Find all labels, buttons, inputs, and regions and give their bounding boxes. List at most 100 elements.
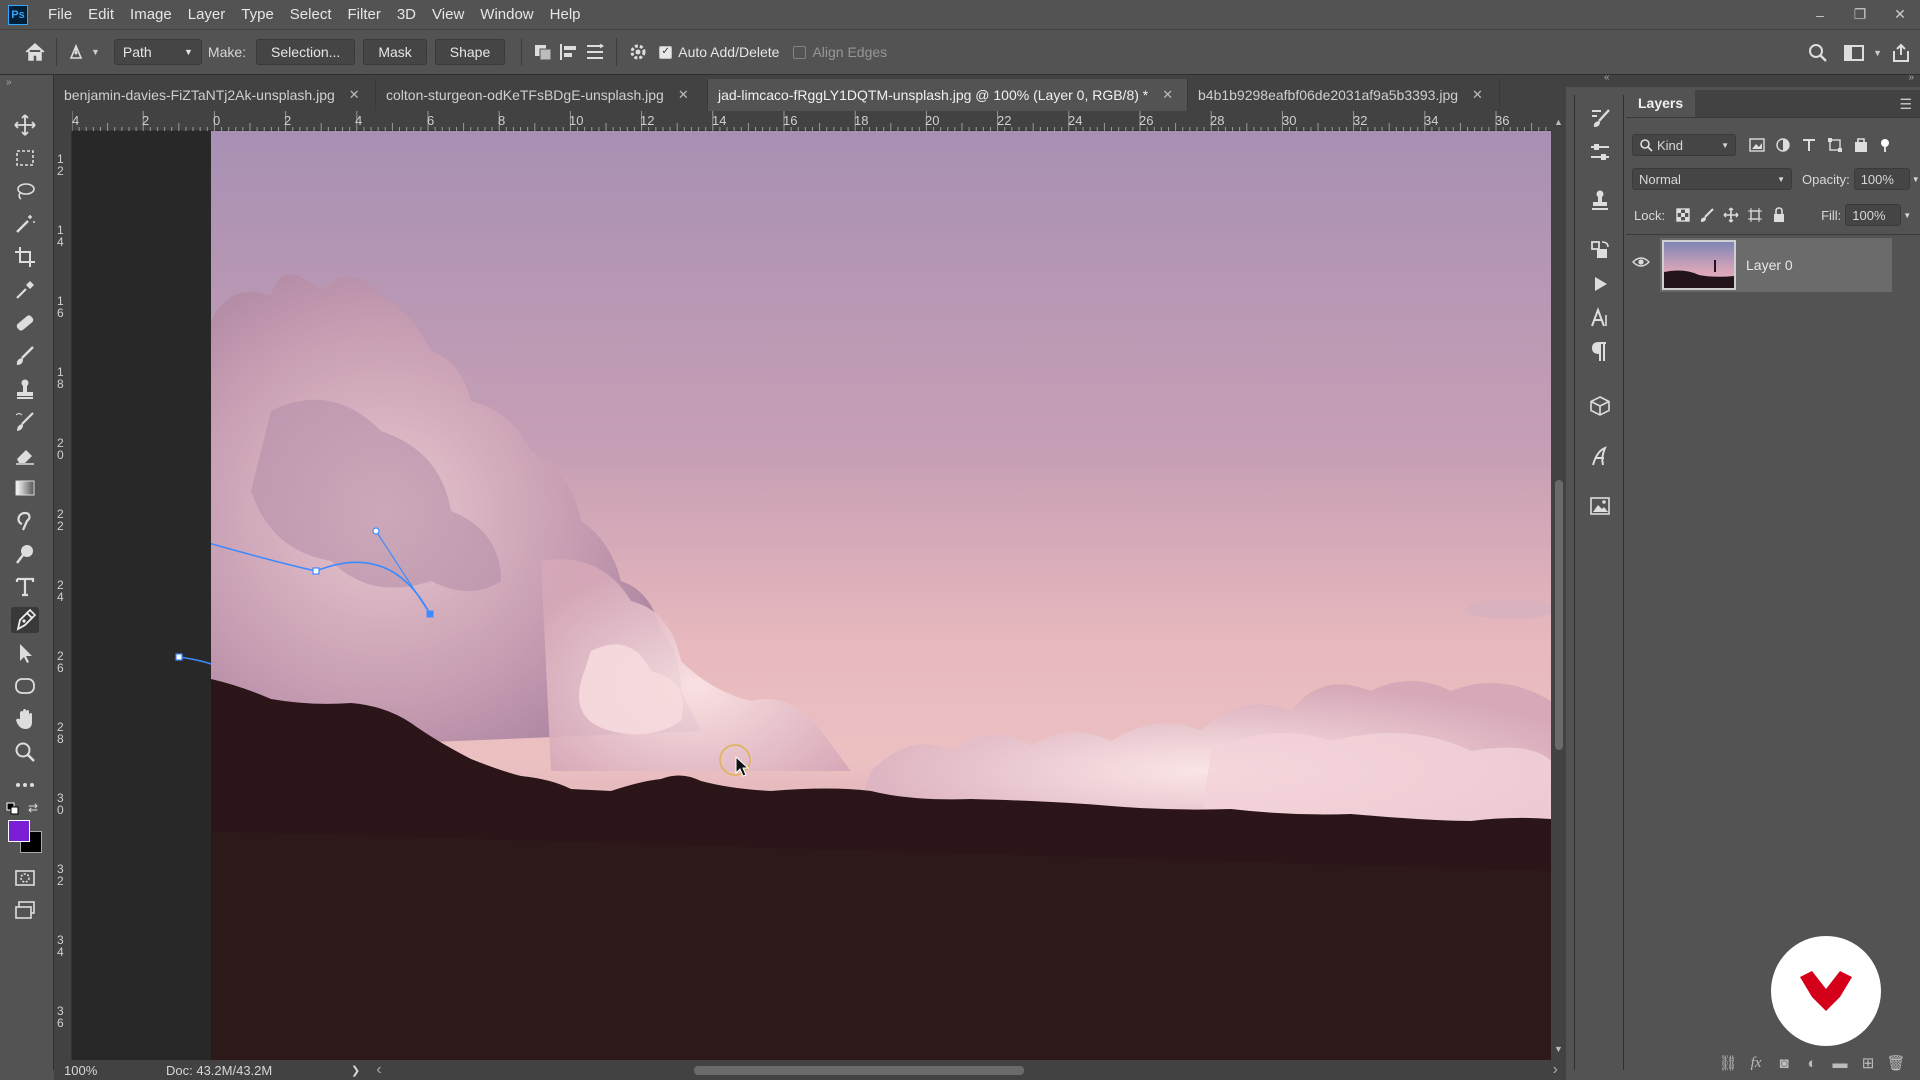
tab-document-3[interactable]: jad-limcaco-fRggLY1DQTM-unsplash.jpg @ 1… [708,79,1188,111]
hand-tool-icon[interactable] [11,706,39,732]
dock-collapse-bar[interactable]: « » [1566,72,1920,87]
properties-image-icon[interactable] [1587,493,1613,519]
visibility-eye-icon[interactable] [1632,256,1650,268]
smudge-tool-icon[interactable] [11,508,39,534]
new-group-icon[interactable]: ▬ [1826,1055,1854,1072]
chevron-down-icon[interactable]: ▼ [1912,175,1920,184]
close-icon[interactable]: ✕ [349,87,360,103]
collapse-icon[interactable]: « [1604,72,1610,83]
lock-transparent-pixels-icon[interactable] [1675,207,1691,223]
zoom-tool-icon[interactable] [11,739,39,765]
collapse-icon[interactable]: » [6,77,12,88]
align-edges-option[interactable]: Align Edges [793,44,887,60]
clone-stamp-tool-icon[interactable] [11,376,39,402]
close-icon[interactable]: ✕ [1162,87,1173,103]
path-selection-tool-icon[interactable] [11,640,39,666]
filter-type-icon[interactable] [1800,137,1818,153]
menu-filter[interactable]: Filter [340,0,389,29]
character-icon[interactable] [1587,305,1613,331]
menu-window[interactable]: Window [472,0,541,29]
screen-mode-icon[interactable] [11,897,39,923]
auto-add-delete-checkbox[interactable]: ✓ [659,45,673,59]
lasso-tool-icon[interactable] [11,178,39,204]
make-mask-button[interactable]: Mask [363,39,427,65]
chevron-down-icon[interactable]: ▼ [1873,48,1882,58]
type-tool-icon[interactable] [11,574,39,600]
zoom-level[interactable]: 100% [64,1063,124,1078]
menu-3d[interactable]: 3D [389,0,424,29]
fx-icon[interactable]: fx [1742,1055,1770,1072]
dodge-tool-icon[interactable] [11,541,39,567]
filter-smart-object-icon[interactable] [1852,137,1870,153]
clone-source-icon[interactable] [1587,187,1613,213]
auto-add-delete-option[interactable]: ✓ Auto Add/Delete [659,44,779,60]
workspace-icon[interactable] [1841,40,1867,66]
lock-image-pixels-icon[interactable] [1699,207,1715,223]
menu-edit[interactable]: Edit [80,0,122,29]
panel-menu-icon[interactable]: ☰ [1899,96,1912,113]
history-brush-tool-icon[interactable] [11,409,39,435]
filter-pixel-icon[interactable] [1748,137,1766,153]
close-button[interactable]: ✕ [1880,0,1920,29]
3d-icon[interactable] [1587,393,1613,419]
share-icon[interactable] [1888,40,1914,66]
brush-tool-icon[interactable] [11,343,39,369]
pen-tool-icon[interactable] [11,607,39,633]
chevron-down-icon[interactable]: ▼ [1903,211,1911,220]
healing-brush-tool-icon[interactable] [11,310,39,336]
path-alignment-icon[interactable] [556,39,582,65]
lock-all-icon[interactable] [1771,207,1787,223]
new-adjustment-layer-icon[interactable]: ◐ [1798,1055,1826,1072]
make-shape-button[interactable]: Shape [434,39,506,65]
magic-wand-tool-icon[interactable] [11,211,39,237]
tab-layers[interactable]: Layers [1626,89,1696,117]
scroll-right-icon[interactable]: › [1553,1061,1558,1079]
tab-document-4[interactable]: b4b1b9298eafbf06de2031af9a5b3393.jpg ✕ [1188,79,1500,111]
crop-tool-icon[interactable] [11,244,39,270]
align-edges-checkbox[interactable] [793,45,807,59]
scroll-up-icon[interactable]: ▲ [1554,117,1563,127]
search-icon[interactable] [1805,40,1831,66]
make-selection-button[interactable]: Selection... [256,39,356,65]
swap-colors-icon[interactable]: ⇄ [28,801,38,815]
add-mask-icon[interactable]: ◙ [1770,1055,1798,1072]
scroll-left-icon[interactable]: ‹ [376,1061,381,1079]
home-icon[interactable] [22,39,48,65]
blend-mode-select[interactable]: Normal ▼ [1632,168,1792,190]
chevron-down-icon[interactable]: ▼ [91,47,100,57]
opacity-input[interactable]: 100% [1853,168,1910,190]
glyphs-icon[interactable] [1587,443,1613,469]
menu-help[interactable]: Help [542,0,589,29]
move-tool-icon[interactable] [11,112,39,138]
menu-type[interactable]: Type [233,0,282,29]
quick-mask-icon[interactable] [11,865,39,891]
minimize-button[interactable]: – [1800,0,1840,29]
menu-view[interactable]: View [424,0,472,29]
pen-tool-preset-icon[interactable] [65,39,91,65]
menu-file[interactable]: File [40,0,80,29]
layer-row[interactable]: Layer 0 [1660,238,1892,292]
adjustments-icon[interactable] [1587,139,1613,165]
close-icon[interactable]: ✕ [1472,87,1483,103]
foreground-color-swatch[interactable] [8,820,30,842]
marquee-tool-icon[interactable] [11,145,39,171]
filter-kind-select[interactable]: Kind ▼ [1632,134,1736,156]
document-canvas[interactable] [211,131,1551,1060]
filter-adjustment-icon[interactable] [1774,137,1792,153]
shape-tool-icon[interactable] [11,673,39,699]
lock-artboard-icon[interactable] [1747,207,1763,223]
expand-icon[interactable]: » [1908,72,1914,83]
eraser-tool-icon[interactable] [11,442,39,468]
history-icon[interactable] [1587,237,1613,263]
gear-icon[interactable] [625,39,651,65]
filter-toggle-icon[interactable] [1878,137,1892,153]
fill-input[interactable]: 100% [1845,204,1902,226]
close-icon[interactable]: ✕ [678,87,689,103]
horizontal-scroll-thumb[interactable] [694,1066,1024,1075]
paragraph-icon[interactable] [1587,339,1613,365]
brush-settings-icon[interactable] [1587,105,1613,131]
path-operations-icon[interactable] [530,39,556,65]
menu-select[interactable]: Select [282,0,340,29]
tab-document-2[interactable]: colton-sturgeon-odKeTFsBDgE-unsplash.jpg… [376,79,708,111]
scroll-down-icon[interactable]: ▼ [1554,1044,1563,1054]
